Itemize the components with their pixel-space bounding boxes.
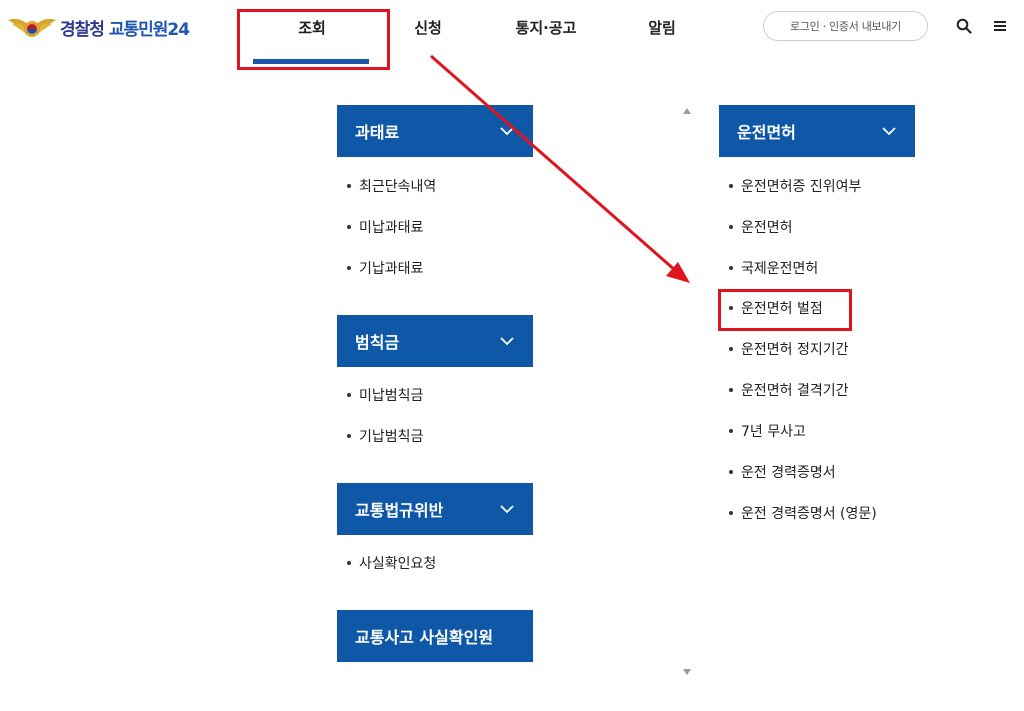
- menu-header-fines[interactable]: 과태료: [337, 105, 533, 157]
- menu-header-label: 운전면허: [737, 123, 796, 142]
- menu-item-unpaid-fines[interactable]: 미납과태료: [347, 217, 423, 237]
- menu-item-international-license[interactable]: 국제운전면허: [729, 258, 818, 278]
- logo-text-agency: 경찰청: [60, 19, 105, 40]
- chevron-down-icon: [882, 127, 896, 136]
- menu-header-penalties[interactable]: 범칙금: [337, 315, 533, 367]
- logo-text-service: 교통민원24: [108, 19, 190, 40]
- nav-tab-application[interactable]: 신청: [411, 17, 445, 38]
- menu-icon[interactable]: [990, 16, 1010, 36]
- site-logo[interactable]: 경찰청 교통민원24: [6, 11, 190, 43]
- menu-scrollbar[interactable]: [681, 104, 693, 674]
- menu-item-paid-penalties[interactable]: 기납범칙금: [347, 426, 423, 446]
- chevron-down-icon: [500, 337, 514, 346]
- menu-item-license-authenticity[interactable]: 운전면허증 진위여부: [729, 176, 861, 196]
- menu-header-traffic-violations[interactable]: 교통법규위반: [337, 483, 533, 535]
- chevron-down-icon: [500, 505, 514, 514]
- menu-header-label: 교통법규위반: [355, 501, 444, 520]
- menu-header-accident-certificate[interactable]: 교통사고 사실확인원: [337, 610, 533, 662]
- menu-item-license[interactable]: 운전면허: [729, 217, 793, 237]
- police-emblem-icon: [8, 18, 56, 37]
- chevron-down-icon: [500, 127, 514, 136]
- menu-item-fact-check-request[interactable]: 사실확인요청: [347, 553, 436, 573]
- search-icon[interactable]: [954, 16, 974, 36]
- menu-header-label: 과태료: [355, 123, 400, 142]
- menu-item-recent-violations[interactable]: 최근단속내역: [347, 176, 436, 196]
- nav-tab-notice[interactable]: 통지·공고: [512, 17, 580, 38]
- menu-header-label: 범칙금: [355, 333, 400, 352]
- highlight-box-nav-inquiry: [237, 9, 390, 70]
- scroll-down-icon[interactable]: [683, 669, 691, 675]
- menu-item-unpaid-penalties[interactable]: 미납범칙금: [347, 385, 423, 405]
- menu-item-paid-fines[interactable]: 기납과태료: [347, 258, 423, 278]
- nav-tab-alerts[interactable]: 알림: [645, 17, 679, 38]
- menu-item-driving-record-certificate[interactable]: 운전 경력증명서: [729, 462, 836, 482]
- menu-item-seven-year-accident-free[interactable]: 7년 무사고: [729, 421, 806, 441]
- menu-header-label: 교통사고 사실확인원: [355, 628, 494, 647]
- menu-header-driver-license[interactable]: 운전면허: [719, 105, 915, 157]
- menu-item-license-disqualification-period[interactable]: 운전면허 결격기간: [729, 380, 849, 400]
- highlight-box-penalty-points: [718, 289, 852, 331]
- login-button[interactable]: 로그인 · 인증서 내보내기: [763, 11, 928, 41]
- scroll-up-icon[interactable]: [683, 108, 691, 114]
- menu-item-license-suspension-period[interactable]: 운전면허 정지기간: [729, 339, 849, 359]
- menu-item-driving-record-certificate-english[interactable]: 운전 경력증명서 (영문): [729, 503, 877, 523]
